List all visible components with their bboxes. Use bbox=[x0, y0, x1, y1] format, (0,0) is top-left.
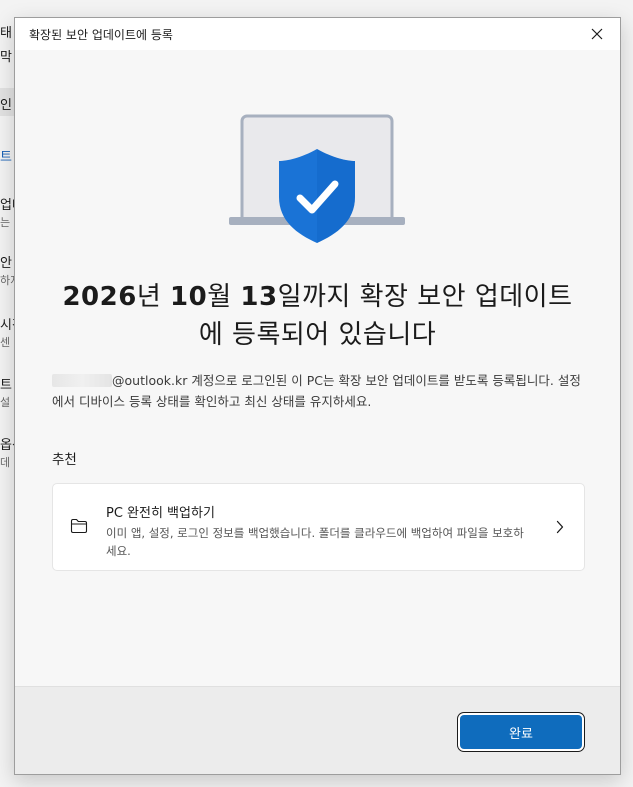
title-bar: 확장된 보안 업데이트에 등록 bbox=[15, 18, 620, 50]
headline-line-1-rest: 일까지 확장 보안 업데이트 bbox=[277, 282, 573, 312]
enrollment-headline: 2026년 10월 13일까지 확장 보안 업데이트 에 등록되어 있습니다 bbox=[35, 278, 600, 354]
background-text: 설 bbox=[0, 396, 11, 409]
redacted-account-name bbox=[52, 374, 112, 387]
background-text: 막 bbox=[0, 50, 12, 65]
dialog-title: 확장된 보안 업데이트에 등록 bbox=[29, 28, 173, 42]
headline-year-suffix: 년 bbox=[136, 282, 171, 312]
enrollment-description: @outlook.kr 계정으로 로그인된 이 PC는 확장 보안 업데이트를 … bbox=[52, 370, 582, 412]
account-domain: @outlook.kr bbox=[112, 373, 188, 388]
background-text: 데 bbox=[0, 456, 11, 469]
dialog-content: 2026년 10월 13일까지 확장 보안 업데이트 에 등록되어 있습니다 @… bbox=[15, 50, 620, 686]
close-button[interactable] bbox=[574, 18, 620, 50]
background-text: 는 bbox=[0, 216, 11, 229]
dialog-footer: 완료 bbox=[15, 686, 620, 774]
esu-enrollment-dialog: 확장된 보안 업데이트에 등록 2026년 10월 13일까지 확장 보안 업데… bbox=[14, 17, 621, 775]
card-description: 이미 앱, 설정, 로그인 정보를 백업했습니다. 폴더를 클라우드에 백업하여… bbox=[106, 526, 524, 558]
background-text: 인 bbox=[0, 98, 12, 113]
done-button[interactable]: 완료 bbox=[460, 715, 582, 749]
background-link: 트 bbox=[0, 150, 12, 165]
background-text: 안 bbox=[0, 256, 12, 271]
headline-line-1: 2026년 10월 13일까지 확장 보안 업데이트 bbox=[35, 278, 600, 316]
headline-line-2: 에 등록되어 있습니다 bbox=[198, 320, 437, 350]
headline-month-suffix: 월 bbox=[207, 282, 241, 312]
close-icon bbox=[591, 28, 603, 40]
headline-year: 2026 bbox=[62, 282, 137, 312]
recommendation-section-label: 추천 bbox=[52, 452, 77, 468]
backup-pc-card[interactable]: PC 완전히 백업하기 이미 앱, 설정, 로그인 정보를 백업했습니다. 폴더… bbox=[52, 483, 585, 571]
headline-month: 10 bbox=[170, 282, 208, 312]
card-title: PC 완전히 백업하기 bbox=[106, 506, 215, 521]
background-text: 센 bbox=[0, 336, 11, 349]
chevron-right-icon bbox=[556, 520, 564, 534]
laptop-shield-icon bbox=[229, 114, 405, 243]
headline-day: 13 bbox=[240, 282, 278, 312]
folder-icon bbox=[70, 518, 88, 534]
background-text: 태 bbox=[0, 26, 12, 41]
background-text: 트 bbox=[0, 378, 12, 393]
